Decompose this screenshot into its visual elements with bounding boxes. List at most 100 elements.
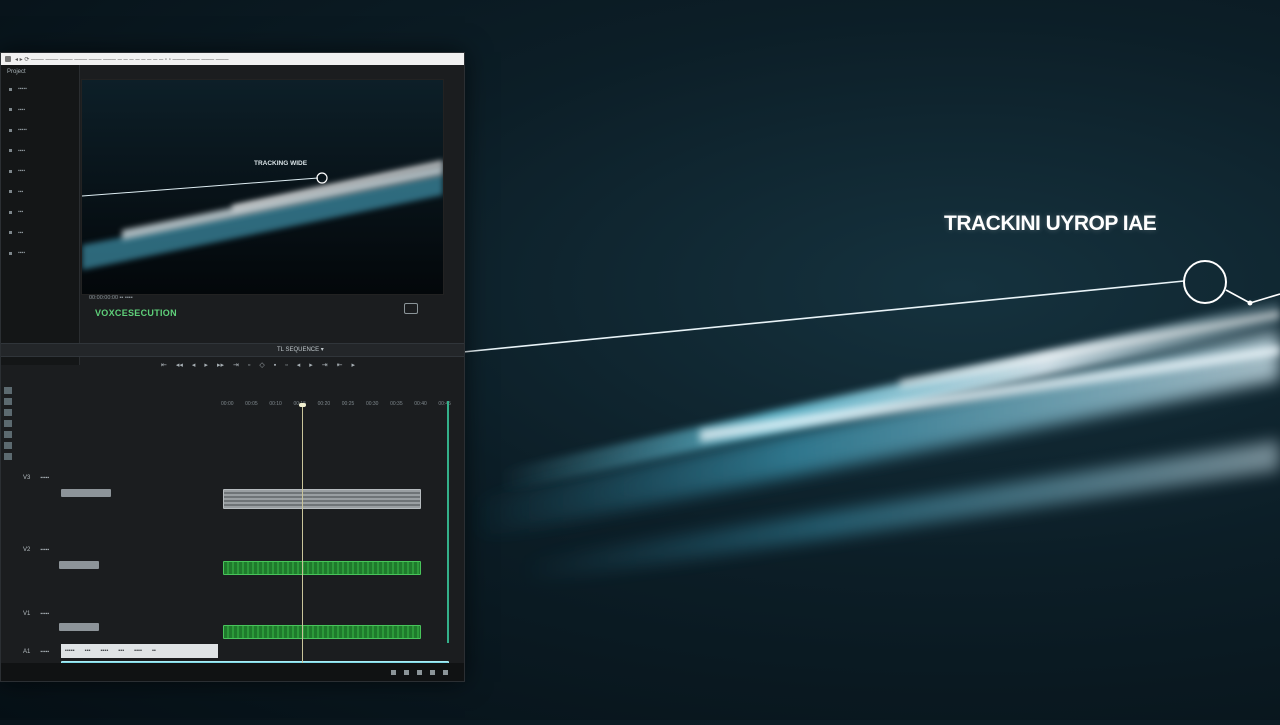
sequence-tab-bar: TL SEQUENCE ▾ xyxy=(1,343,464,357)
bullet-icon xyxy=(9,169,12,173)
ruler-tick: 00:40 xyxy=(414,401,427,407)
status-icon[interactable] xyxy=(417,669,422,675)
project-item[interactable]: ▪▪▪▪ xyxy=(1,100,79,121)
track-header-v1[interactable]: V1 ▪▪▪▪▪ xyxy=(23,611,49,617)
track-header-v3[interactable]: V3 ▪▪▪▪▪ xyxy=(23,475,49,481)
project-item[interactable]: ▪▪▪ xyxy=(1,202,79,223)
project-item-label: ▪▪▪▪ xyxy=(18,147,26,154)
transport-controls: ⇤ ◂◂ ◂ ▸ ▸▸ ⇥ ▫ ◇ ▪ ▫ ◂ ▸ ⇥ ⇤ ▸ xyxy=(1,357,464,373)
project-panel-title: Project xyxy=(7,69,26,75)
source-clip-name: VOXCESECUTION xyxy=(95,308,177,318)
project-item[interactable]: ▪▪▪ xyxy=(1,223,79,244)
track-control[interactable] xyxy=(59,561,99,569)
status-icon[interactable] xyxy=(391,669,396,675)
track-header-a1[interactable]: A1 ▪▪▪▪▪ xyxy=(23,649,49,655)
editor-window: ◂ ▸ ⟳ ─── ─── ─── ─── ─── ─── ─ ─ ─ ─ ─ … xyxy=(0,52,465,682)
status-icon[interactable] xyxy=(443,669,448,675)
project-item-label: ▪▪▪▪ xyxy=(18,168,26,175)
bullet-icon xyxy=(9,251,12,255)
project-item[interactable]: ▪▪▪▪ xyxy=(1,161,79,182)
track-id: V2 xyxy=(23,547,31,553)
bullet-icon xyxy=(9,128,12,132)
program-monitor[interactable]: TRACKING WIDE xyxy=(81,79,444,295)
fast-forward-button[interactable]: ▸▸ xyxy=(217,361,224,369)
window-titlebar[interactable]: ◂ ▸ ⟳ ─── ─── ─── ─── ─── ─── ─ ─ ─ ─ ─ … xyxy=(1,53,464,65)
go-to-end-button[interactable]: ⇥ xyxy=(233,361,239,369)
track-control[interactable] xyxy=(59,623,99,631)
playhead-handle[interactable] xyxy=(299,403,306,407)
timeline-panel[interactable]: 00:00 00:05 00:10 00:15 00:20 00:25 00:3… xyxy=(23,375,451,679)
info-field: ▪▪▪ xyxy=(118,648,125,654)
ruler-tick: 00:10 xyxy=(269,401,282,407)
project-item[interactable]: ▪▪▪▪▪ xyxy=(1,79,79,100)
ruler-tick: 00:45 xyxy=(438,401,451,407)
status-icon[interactable] xyxy=(404,669,409,675)
window-title: ◂ ▸ ⟳ ─── ─── ─── ─── ─── ─── ─ ─ ─ ─ ─ … xyxy=(15,56,229,63)
slip-tool-icon[interactable] xyxy=(4,431,12,438)
rewind-button[interactable]: ◂◂ xyxy=(176,361,183,369)
play-button[interactable]: ▸ xyxy=(204,361,208,369)
export-frame-icon[interactable] xyxy=(404,303,418,314)
time-ruler[interactable]: 00:00 00:05 00:10 00:15 00:20 00:25 00:3… xyxy=(221,401,451,409)
ruler-tick: 00:20 xyxy=(317,401,331,407)
project-item[interactable]: ▪▪▪▪ xyxy=(1,243,79,264)
viewer-timecode: 00:00:00:00 ▪▪ ▪▪▪▪ xyxy=(89,295,133,301)
timeline-clip[interactable] xyxy=(223,489,421,509)
hand-tool-icon[interactable] xyxy=(4,409,12,416)
next-edit-button[interactable]: ▸ xyxy=(309,361,313,369)
info-field: ▪▪ xyxy=(152,648,156,654)
selection-tool-icon[interactable] xyxy=(4,387,12,394)
step-back-button[interactable]: ◂ xyxy=(192,361,196,369)
overwrite-button[interactable]: ⇤ xyxy=(337,361,343,369)
mark-in-button[interactable]: ▫ xyxy=(248,362,250,369)
loop-button[interactable]: ▸ xyxy=(351,361,355,369)
ruler-tick: 00:25 xyxy=(341,401,355,407)
status-icon[interactable] xyxy=(430,669,435,675)
ruler-tick: 00:35 xyxy=(390,401,403,407)
zoom-tool-icon[interactable] xyxy=(4,420,12,427)
track-header-v2[interactable]: V2 ▪▪▪▪▪ xyxy=(23,547,49,553)
type-tool-icon[interactable] xyxy=(4,453,12,460)
sequence-tab[interactable]: TL SEQUENCE ▾ xyxy=(277,346,324,353)
info-field: ▪▪▪▪▪ xyxy=(65,648,75,654)
bullet-icon xyxy=(9,108,12,112)
sequence-end-marker xyxy=(447,401,449,643)
project-item-label: ▪▪▪ xyxy=(18,229,24,236)
track-name: ▪▪▪▪▪ xyxy=(40,649,50,655)
project-item-label: ▪▪▪ xyxy=(18,209,24,216)
track-name: ▪▪▪▪▪ xyxy=(40,611,50,617)
stop-button[interactable]: ▪ xyxy=(274,362,276,369)
project-item[interactable]: ▪▪▪▪▪ xyxy=(1,120,79,141)
timeline-clip[interactable] xyxy=(223,625,421,639)
project-item[interactable]: ▪▪▪ xyxy=(1,182,79,203)
info-field: ▪▪▪▪ xyxy=(134,648,143,654)
prev-edit-button[interactable]: ◂ xyxy=(297,361,301,369)
clip-info-strip: ▪▪▪▪▪ ▪▪▪ ▪▪▪▪ ▪▪▪ ▪▪▪▪ ▪▪ xyxy=(61,644,218,658)
track-id: V1 xyxy=(23,611,31,617)
playhead[interactable] xyxy=(302,405,303,677)
add-marker-button[interactable]: ◇ xyxy=(259,361,264,369)
tools-panel xyxy=(1,383,21,493)
project-item-label: ▪▪▪▪ xyxy=(18,250,26,257)
project-item-label: ▪▪▪▪▪ xyxy=(18,127,27,134)
project-panel: Project ▪▪▪▪▪ ▪▪▪▪ ▪▪▪▪▪ ▪▪▪▪ ▪▪▪▪ ▪▪▪ ▪… xyxy=(1,65,80,365)
go-to-start-button[interactable]: ⇤ xyxy=(161,361,167,369)
project-item-label: ▪▪▪▪▪ xyxy=(18,86,27,93)
status-bar xyxy=(1,663,464,681)
track-id: A1 xyxy=(23,649,31,655)
insert-button[interactable]: ⇥ xyxy=(322,361,328,369)
razor-tool-icon[interactable] xyxy=(4,398,12,405)
viewer-overlay-label: TRACKING WIDE xyxy=(254,160,308,167)
bullet-icon xyxy=(9,210,12,214)
bullet-icon xyxy=(9,231,12,235)
track-control[interactable] xyxy=(61,489,111,497)
timeline-clip[interactable] xyxy=(223,561,421,575)
bullet-icon xyxy=(9,87,12,91)
info-field: ▪▪▪ xyxy=(84,648,91,654)
mark-out-button[interactable]: ▫ xyxy=(285,362,287,369)
pen-tool-icon[interactable] xyxy=(4,442,12,449)
track-id: V3 xyxy=(23,475,31,481)
project-item-label: ▪▪▪ xyxy=(18,188,24,195)
project-item[interactable]: ▪▪▪▪ xyxy=(1,141,79,162)
ruler-tick: 00:00 xyxy=(221,401,234,407)
